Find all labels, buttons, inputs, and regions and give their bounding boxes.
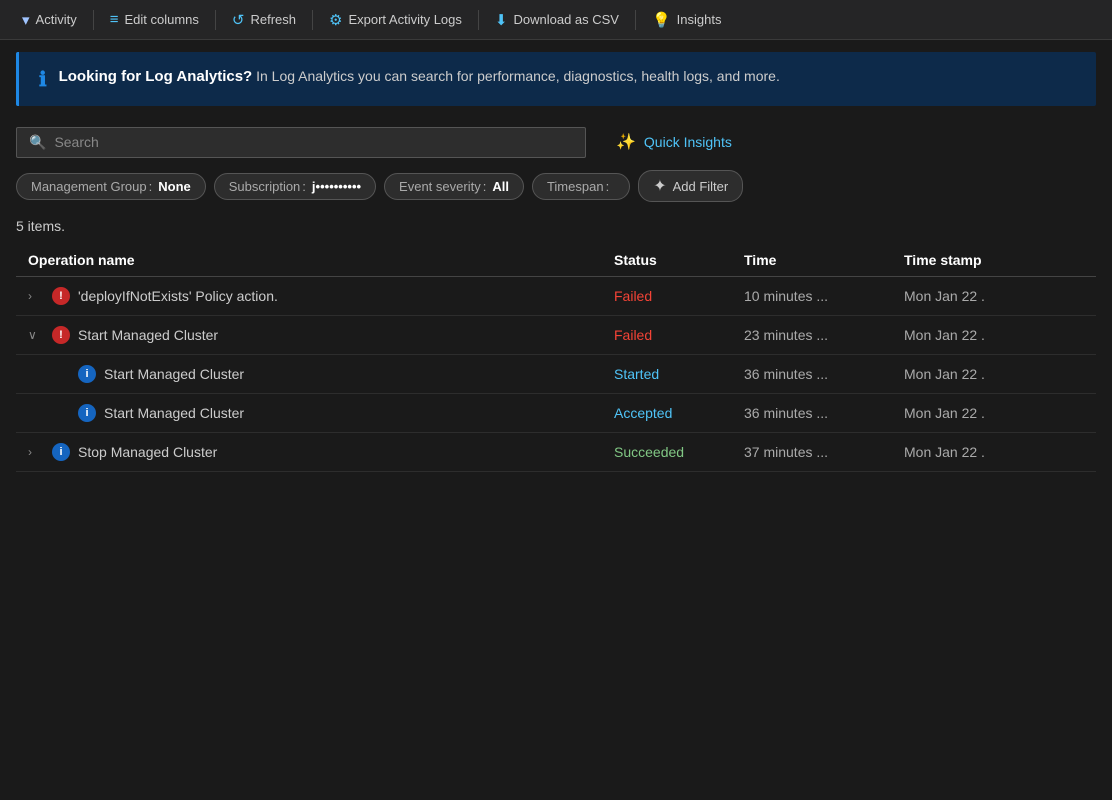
quick-insights-icon: ✨ — [616, 132, 636, 152]
row-name-3: i Start Managed Cluster — [28, 365, 614, 383]
add-filter-button[interactable]: ✦ Add Filter — [638, 170, 743, 202]
edit-columns-icon: ≡ — [110, 11, 119, 28]
row-status-5: Succeeded — [614, 444, 744, 460]
items-count: 5 items. — [0, 214, 1112, 244]
row-operation-4: Start Managed Cluster — [104, 405, 244, 421]
insights-icon: 💡 — [652, 11, 671, 29]
toolbar-item-insights[interactable]: 💡 Insights — [638, 0, 736, 39]
info-banner-icon: ℹ — [39, 67, 47, 92]
row-expand-icon-2[interactable]: ∨ — [28, 328, 44, 342]
export-settings-icon: ⚙ — [329, 11, 342, 29]
row-name-5: › i Stop Managed Cluster — [28, 443, 614, 461]
toolbar-divider-4 — [478, 10, 479, 30]
toolbar-export-label: Export Activity Logs — [348, 12, 461, 27]
row-info-icon-3: i — [78, 365, 96, 383]
row-name-1: › ! 'deployIfNotExists' Policy action. — [28, 287, 614, 305]
toolbar-download-label: Download as CSV — [513, 12, 619, 27]
col-header-time: Time — [744, 252, 904, 268]
row-time-4: 36 minutes ... — [744, 405, 904, 421]
row-name-2: ∨ ! Start Managed Cluster — [28, 326, 614, 344]
filter-key-event-severity: Event severity — [399, 179, 481, 194]
table-row[interactable]: ∨ ! Start Managed Cluster Failed 23 minu… — [16, 316, 1096, 355]
row-timestamp-4: Mon Jan 22 . — [904, 405, 1084, 421]
filter-chip-event-severity[interactable]: Event severity : All — [384, 173, 524, 200]
row-expand-icon-5[interactable]: › — [28, 445, 44, 459]
toolbar: ▾ Activity ≡ Edit columns ↺ Refresh ⚙ Ex… — [0, 0, 1112, 40]
info-banner-body: In Log Analytics you can search for perf… — [252, 68, 780, 84]
quick-insights-label: Quick Insights — [644, 134, 732, 150]
filter-row: Management Group : None Subscription : j… — [0, 170, 1112, 214]
filter-value-subscription: j•••••••••• — [312, 179, 361, 194]
info-banner-text: Looking for Log Analytics? In Log Analyt… — [59, 66, 780, 89]
toolbar-item-download-csv[interactable]: ⬇ Download as CSV — [481, 0, 633, 39]
row-info-icon-4: i — [78, 404, 96, 422]
add-filter-label: Add Filter — [673, 179, 729, 194]
toolbar-divider-1 — [93, 10, 94, 30]
table-row[interactable]: i Start Managed Cluster Accepted 36 minu… — [16, 394, 1096, 433]
row-time-2: 23 minutes ... — [744, 327, 904, 343]
table-row[interactable]: i Start Managed Cluster Started 36 minut… — [16, 355, 1096, 394]
search-row: 🔍 ✨ Quick Insights — [0, 118, 1112, 170]
refresh-icon: ↺ — [232, 11, 245, 29]
row-timestamp-3: Mon Jan 22 . — [904, 366, 1084, 382]
row-error-icon-1: ! — [52, 287, 70, 305]
info-banner-title: Looking for Log Analytics? — [59, 68, 253, 85]
add-filter-icon: ✦ — [653, 176, 666, 196]
row-info-icon-5: i — [52, 443, 70, 461]
row-status-3: Started — [614, 366, 744, 382]
toolbar-item-export-logs[interactable]: ⚙ Export Activity Logs — [315, 0, 476, 39]
filter-chip-management-group[interactable]: Management Group : None — [16, 173, 206, 200]
col-header-timestamp: Time stamp — [904, 252, 1084, 268]
row-error-icon-2: ! — [52, 326, 70, 344]
row-name-4: i Start Managed Cluster — [28, 404, 614, 422]
row-expand-icon-1[interactable]: › — [28, 289, 44, 303]
toolbar-edit-columns-label: Edit columns — [124, 12, 198, 27]
toolbar-divider-5 — [635, 10, 636, 30]
row-time-5: 37 minutes ... — [744, 444, 904, 460]
table-row[interactable]: › i Stop Managed Cluster Succeeded 37 mi… — [16, 433, 1096, 472]
row-timestamp-1: Mon Jan 22 . — [904, 288, 1084, 304]
toolbar-refresh-label: Refresh — [250, 12, 296, 27]
row-operation-3: Start Managed Cluster — [104, 366, 244, 382]
search-icon: 🔍 — [29, 134, 46, 151]
filter-chip-timespan[interactable]: Timespan : — [532, 173, 630, 200]
toolbar-item-edit-columns[interactable]: ≡ Edit columns — [96, 0, 213, 39]
filter-key-timespan: Timespan — [547, 179, 604, 194]
toolbar-item-activity[interactable]: ▾ Activity — [8, 0, 91, 39]
col-header-operation-name: Operation name — [28, 252, 614, 268]
toolbar-activity-label: Activity — [36, 12, 77, 27]
filter-value-event-severity: All — [492, 179, 509, 194]
row-operation-1: 'deployIfNotExists' Policy action. — [78, 288, 278, 304]
table-container: Operation name Status Time Time stamp › … — [0, 244, 1112, 472]
toolbar-divider-3 — [312, 10, 313, 30]
col-header-status: Status — [614, 252, 744, 268]
toolbar-divider-2 — [215, 10, 216, 30]
filter-key-subscription: Subscription — [229, 179, 301, 194]
info-banner: ℹ Looking for Log Analytics? In Log Anal… — [16, 52, 1096, 106]
toolbar-item-refresh[interactable]: ↺ Refresh — [218, 0, 310, 39]
filter-chip-subscription[interactable]: Subscription : j•••••••••• — [214, 173, 376, 200]
search-box-container: 🔍 — [16, 127, 586, 158]
row-timestamp-2: Mon Jan 22 . — [904, 327, 1084, 343]
row-timestamp-5: Mon Jan 22 . — [904, 444, 1084, 460]
row-status-4: Accepted — [614, 405, 744, 421]
download-icon: ⬇ — [495, 11, 508, 29]
filter-key-management-group: Management Group — [31, 179, 147, 194]
search-input[interactable] — [54, 134, 573, 150]
row-time-3: 36 minutes ... — [744, 366, 904, 382]
table-header: Operation name Status Time Time stamp — [16, 244, 1096, 277]
filter-value-management-group: None — [158, 179, 191, 194]
dropdown-icon: ▾ — [22, 11, 30, 29]
row-status-2: Failed — [614, 327, 744, 343]
toolbar-insights-label: Insights — [677, 12, 722, 27]
row-operation-2: Start Managed Cluster — [78, 327, 218, 343]
quick-insights-button[interactable]: ✨ Quick Insights — [606, 126, 742, 158]
row-status-1: Failed — [614, 288, 744, 304]
row-time-1: 10 minutes ... — [744, 288, 904, 304]
table-row[interactable]: › ! 'deployIfNotExists' Policy action. F… — [16, 277, 1096, 316]
row-operation-5: Stop Managed Cluster — [78, 444, 217, 460]
